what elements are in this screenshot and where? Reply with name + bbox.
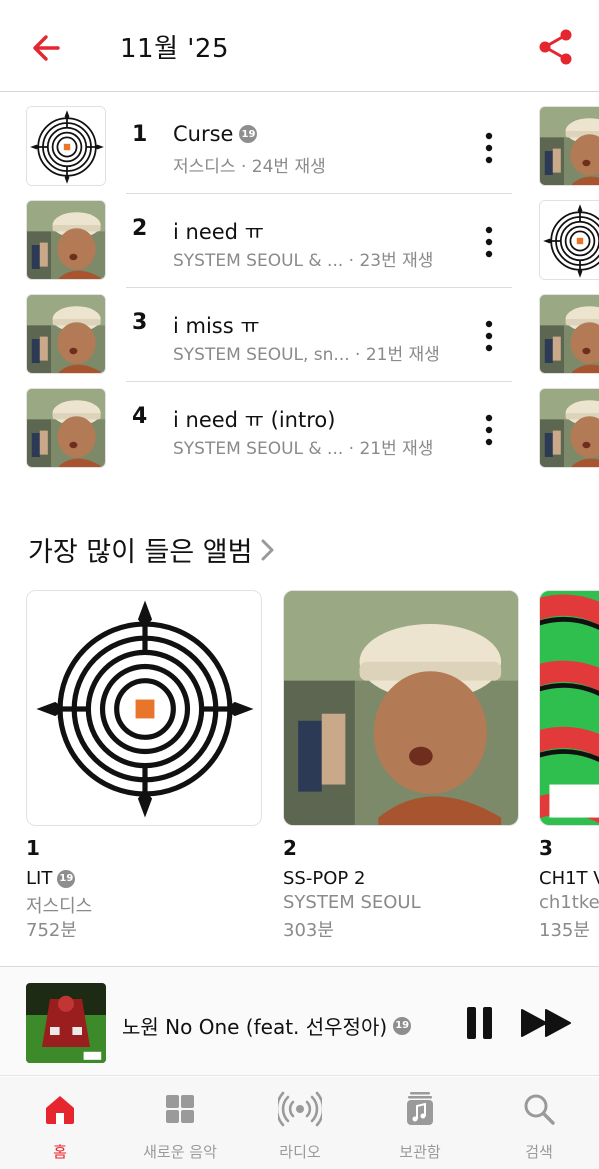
track-artwork bbox=[26, 294, 106, 374]
album-minutes: 752분 bbox=[26, 920, 77, 941]
tab-label: 홈 bbox=[53, 1143, 67, 1161]
album-artwork[interactable] bbox=[26, 590, 262, 826]
next-column-artwork[interactable] bbox=[539, 294, 599, 374]
back-arrow-icon[interactable] bbox=[28, 28, 68, 68]
album-artist: ch1tke bbox=[539, 892, 599, 913]
now-playing-title: 노원 No One (feat. 선우정아) bbox=[122, 1015, 388, 1039]
next-column-artwork[interactable] bbox=[539, 200, 599, 280]
track-artwork bbox=[26, 106, 106, 186]
album-artwork[interactable] bbox=[283, 590, 519, 826]
chevron-right-icon bbox=[261, 539, 274, 560]
explicit-badge: 19 bbox=[239, 125, 258, 143]
track-artist: SYSTEM SEOUL & ... bbox=[173, 439, 344, 459]
track-title: Curse bbox=[173, 122, 234, 146]
album-name: CH1T V bbox=[539, 868, 599, 889]
album-rank: 3 bbox=[539, 836, 553, 860]
track-subtitle: 저스디스 · 24번 재생 bbox=[173, 152, 473, 177]
track-title-wrap: i need ㅠ (intro) bbox=[173, 404, 335, 434]
section-title: 가장 많이 들은 앨범 bbox=[28, 537, 253, 568]
album-minutes: 135분 bbox=[539, 920, 590, 941]
album-rank: 2 bbox=[283, 836, 297, 860]
track-plays: · 24번 재생 bbox=[240, 157, 326, 177]
track-row[interactable]: 3 i miss ㅠ SYSTEM SEOUL, sn... · 21번 재생 bbox=[0, 288, 599, 382]
radio-icon bbox=[278, 1091, 322, 1127]
page-title: 11월 '25 bbox=[120, 34, 230, 64]
tab-library[interactable]: 보관함 bbox=[360, 1091, 480, 1162]
tab-bar: 홈 새로운 음악 라디오 보관함 검색 bbox=[0, 1077, 599, 1169]
track-artwork bbox=[26, 388, 106, 468]
tab-label: 라디오 bbox=[279, 1143, 321, 1161]
now-playing-title-wrap[interactable]: 노원 No One (feat. 선우정아) 19 bbox=[122, 1011, 412, 1040]
album-minutes: 303분 bbox=[283, 920, 334, 941]
track-title: i need ㅠ bbox=[173, 220, 264, 244]
album-card[interactable]: 3 CH1T V ch1tke 135분 bbox=[539, 590, 599, 950]
album-name: LIT bbox=[26, 868, 53, 889]
tab-label: 검색 bbox=[525, 1143, 553, 1161]
track-rank: 2 bbox=[132, 216, 148, 241]
track-title-wrap: i need ㅠ bbox=[173, 216, 264, 246]
track-title: i miss ㅠ bbox=[173, 314, 260, 338]
album-artist: 저스디스 bbox=[26, 896, 93, 917]
share-icon[interactable] bbox=[535, 26, 577, 68]
track-row[interactable]: 4 i need ㅠ (intro) SYSTEM SEOUL & ... · … bbox=[0, 382, 599, 476]
explicit-badge: 19 bbox=[393, 1016, 412, 1035]
track-artist: SYSTEM SEOUL, sn... bbox=[173, 345, 350, 365]
track-subtitle: SYSTEM SEOUL & ... · 21번 재생 bbox=[173, 434, 473, 459]
tab-radio[interactable]: 라디오 bbox=[240, 1091, 360, 1162]
track-subtitle: SYSTEM SEOUL, sn... · 21번 재생 bbox=[173, 340, 473, 365]
tab-new-music[interactable]: 새로운 음악 bbox=[120, 1091, 240, 1162]
more-options-icon[interactable] bbox=[478, 410, 500, 450]
tab-home[interactable]: 홈 bbox=[0, 1091, 120, 1162]
album-artist: SYSTEM SEOUL bbox=[283, 892, 421, 913]
album-name-wrap: CH1T V bbox=[539, 868, 599, 889]
now-playing-artwork[interactable] bbox=[26, 983, 106, 1063]
track-plays: · 21번 재생 bbox=[348, 439, 434, 459]
album-rank: 1 bbox=[26, 836, 40, 860]
search-icon bbox=[524, 1094, 555, 1125]
album-artwork[interactable] bbox=[539, 590, 599, 826]
track-subtitle: SYSTEM SEOUL & ... · 23번 재생 bbox=[173, 246, 473, 271]
track-artist: SYSTEM SEOUL & ... bbox=[173, 251, 344, 271]
track-plays: · 21번 재생 bbox=[355, 345, 440, 365]
track-rank: 3 bbox=[132, 310, 148, 335]
more-options-icon[interactable] bbox=[478, 316, 500, 356]
track-title-wrap: i miss ㅠ bbox=[173, 310, 260, 340]
more-options-icon[interactable] bbox=[478, 128, 500, 168]
album-name-wrap: SS-POP 2 bbox=[283, 868, 365, 889]
next-column-artwork[interactable] bbox=[539, 106, 599, 186]
explicit-badge: 19 bbox=[57, 869, 76, 888]
track-rank: 1 bbox=[132, 122, 148, 147]
tab-search[interactable]: 검색 bbox=[479, 1091, 599, 1162]
pause-icon[interactable] bbox=[462, 1005, 498, 1041]
track-plays: · 23번 재생 bbox=[348, 251, 434, 271]
track-title: i need ㅠ (intro) bbox=[173, 408, 336, 432]
tab-label: 보관함 bbox=[399, 1143, 441, 1161]
track-artwork bbox=[26, 200, 106, 280]
album-name: SS-POP 2 bbox=[283, 868, 366, 889]
mini-player[interactable]: 노원 No One (feat. 선우정아) 19 bbox=[0, 966, 599, 1076]
tab-label: 새로운 음악 bbox=[143, 1143, 217, 1161]
more-options-icon[interactable] bbox=[478, 222, 500, 262]
home-icon bbox=[46, 1096, 74, 1124]
top-albums-header[interactable]: 가장 많이 들은 앨범 bbox=[28, 530, 278, 569]
track-row[interactable]: 2 i need ㅠ SYSTEM SEOUL & ... · 23번 재생 bbox=[0, 194, 599, 288]
track-artist: 저스디스 bbox=[173, 157, 236, 177]
fast-forward-icon[interactable] bbox=[520, 1007, 574, 1039]
album-card[interactable]: 2 SS-POP 2 SYSTEM SEOUL 303분 bbox=[283, 590, 521, 941]
grid-icon bbox=[166, 1095, 194, 1123]
track-row[interactable]: 1 Curse 19 저스디스 · 24번 재생 bbox=[0, 100, 599, 194]
track-title-wrap: Curse 19 bbox=[173, 122, 258, 146]
album-name-wrap: LIT 19 bbox=[26, 868, 76, 889]
library-icon bbox=[407, 1092, 433, 1125]
next-column-artwork[interactable] bbox=[539, 388, 599, 468]
album-card[interactable]: 1 LIT 19 저스디스 752분 bbox=[26, 590, 264, 941]
track-rank: 4 bbox=[132, 404, 148, 429]
top-nav-bar: 11월 '25 bbox=[0, 0, 599, 92]
